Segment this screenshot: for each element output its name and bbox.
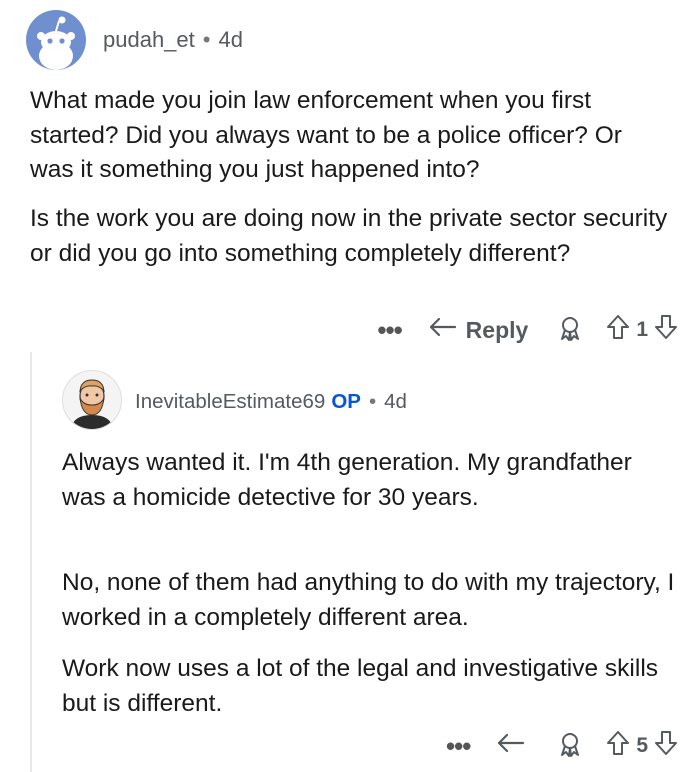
meta-separator: •: [368, 390, 377, 413]
reply-paragraph: Always wanted it. I'm 4th generation. My…: [62, 449, 632, 511]
reply-meta: InevitableEstimate69 OP • 4d: [135, 390, 407, 414]
upvote-arrow-icon[interactable]: [606, 730, 630, 762]
reply-paragraph: Work now uses a lot of the legal and inv…: [62, 655, 659, 717]
more-options-button[interactable]: •••: [446, 733, 471, 759]
meta-separator: •: [202, 27, 211, 52]
op-badge: OP: [331, 390, 361, 413]
username-link[interactable]: InevitableEstimate69: [135, 390, 325, 413]
award-button[interactable]: [556, 730, 584, 763]
comment-action-bar: ••• Reply 1: [377, 312, 678, 348]
reply-arrow-icon: [496, 731, 526, 761]
bearded-man-avatar-icon[interactable]: [62, 370, 122, 430]
award-button[interactable]: [556, 314, 584, 347]
upvote-arrow-icon[interactable]: [606, 314, 630, 346]
vote-control: 1: [606, 314, 678, 346]
vote-count: 1: [636, 318, 648, 341]
reply-action-bar: ••• 5: [446, 728, 678, 764]
reply-button[interactable]: [496, 731, 526, 761]
vote-control: 5: [606, 730, 678, 762]
parent-comment: pudah_et • 4d What made you join law enfor…: [0, 0, 700, 365]
vote-count: 5: [636, 734, 648, 757]
downvote-arrow-icon[interactable]: [654, 730, 678, 762]
reply-arrow-icon: [428, 315, 458, 345]
username-link[interactable]: pudah_et: [103, 27, 195, 52]
snoo-avatar-icon[interactable]: [26, 10, 86, 70]
downvote-arrow-icon[interactable]: [654, 314, 678, 346]
comment-age: 4d: [218, 27, 243, 52]
reply-button[interactable]: Reply: [428, 315, 529, 345]
award-icon: [556, 314, 584, 347]
award-icon: [556, 730, 584, 763]
reply-label: Reply: [465, 316, 529, 343]
comment-age: 4d: [384, 390, 407, 413]
comment-paragraph: Is the work you are doing now in the pri…: [30, 205, 668, 267]
comment-meta: pudah_et • 4d: [103, 27, 243, 53]
more-options-button[interactable]: •••: [377, 317, 402, 343]
thread-line[interactable]: [30, 352, 32, 772]
reply-paragraph: No, none of them had anything to do with…: [62, 569, 675, 631]
comment-paragraph: What made you join law enforcement when …: [30, 87, 622, 183]
